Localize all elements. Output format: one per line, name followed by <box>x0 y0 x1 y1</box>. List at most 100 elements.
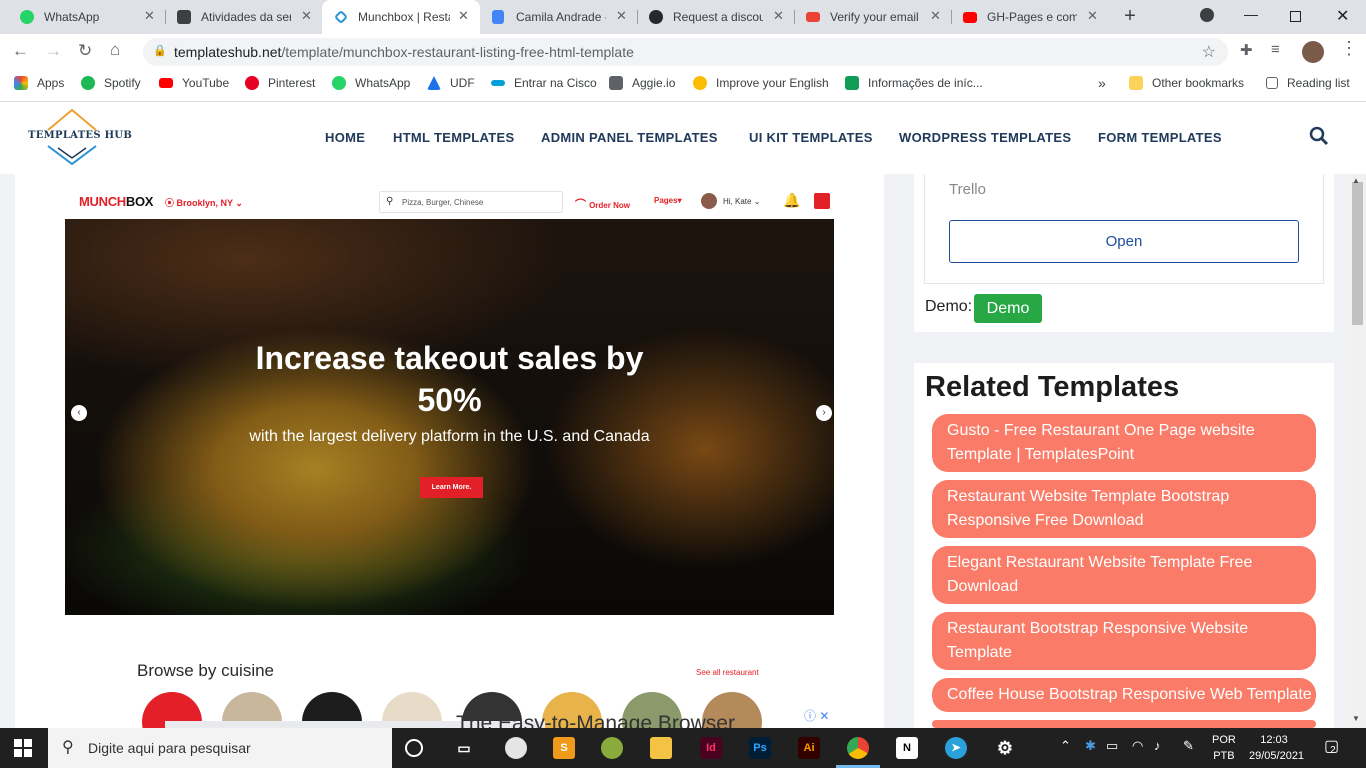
search-icon[interactable] <box>1308 125 1330 147</box>
extensions-icon[interactable]: ✚ <box>1240 41 1253 59</box>
close-icon[interactable]: ✕ <box>773 8 784 24</box>
related-template-link[interactable]: Coffee House Bootstrap Responsive Web Te… <box>932 678 1316 712</box>
task-view-icon[interactable]: ▭ <box>453 737 475 759</box>
tab-munchbox[interactable]: Munchbox | Resta ✕ <box>322 0 480 34</box>
bookmark-whatsapp[interactable]: WhatsApp <box>332 76 410 90</box>
aggie-icon <box>609 76 623 90</box>
related-template-link[interactable]: Gusto - Free Restaurant One Page website… <box>932 414 1316 472</box>
bookmark-spotify[interactable]: Spotify <box>81 76 141 90</box>
tab-whatsapp[interactable]: WhatsApp ✕ <box>0 0 165 34</box>
demo-button[interactable]: Demo <box>974 294 1042 323</box>
nav-form-templates[interactable]: FORM TEMPLATES <box>1098 130 1222 145</box>
volume-icon[interactable]: ♪ <box>1154 738 1161 753</box>
youtube-icon <box>159 78 173 88</box>
tab-title: Atividades da ser <box>201 10 291 24</box>
bookmark-apps[interactable]: Apps <box>14 76 64 90</box>
maximize-icon[interactable] <box>1290 11 1301 22</box>
close-icon[interactable]: ✕ <box>616 8 627 24</box>
language-indicator[interactable]: POR PTB <box>1212 732 1236 764</box>
related-template-link[interactable]: Restaurant Website Template Bootstrap Re… <box>932 480 1316 538</box>
taskbar-clock[interactable]: 12:03 29/05/2021 <box>1249 732 1304 764</box>
chevron-down-icon: ⌄ <box>235 198 243 208</box>
related-template-link-partial[interactable] <box>932 720 1316 728</box>
tab-search-icon[interactable] <box>1200 8 1214 22</box>
trello-label: Trello <box>949 181 986 198</box>
taskbar-search-box[interactable]: ⚲ Digite aqui para pesquisar <box>48 728 392 768</box>
home-icon[interactable]: ⌂ <box>110 40 120 60</box>
reading-list-button[interactable]: Reading list <box>1266 76 1350 90</box>
close-icon[interactable]: ✕ <box>144 8 155 24</box>
bookmark-udf[interactable]: UDF <box>427 76 475 90</box>
bluetooth-icon[interactable]: ✱ <box>1085 738 1096 754</box>
tab-title: Camila Andrade - <box>516 10 606 24</box>
close-icon[interactable]: ✕ <box>1087 8 1098 24</box>
bookmark-informacoes[interactable]: Informações de iníc... <box>845 76 983 90</box>
bookmark-youtube[interactable]: YouTube <box>159 76 229 90</box>
new-tab-button[interactable]: + <box>1119 5 1141 27</box>
bookmark-aggie[interactable]: Aggie.io <box>609 76 675 90</box>
telegram-icon[interactable]: ➤ <box>945 737 967 759</box>
close-icon[interactable]: ✕ <box>930 8 941 24</box>
scroll-up-icon[interactable]: ▲ <box>1352 176 1360 185</box>
browser-tab-bar: WhatsApp ✕ Atividades da ser ✕ Munchbox … <box>0 0 1366 34</box>
related-template-link[interactable]: Elegant Restaurant Website Template Free… <box>932 546 1316 604</box>
open-button[interactable]: Open <box>949 220 1299 263</box>
media-icon[interactable]: ≡ <box>1271 41 1280 58</box>
tab-atividades[interactable]: Atividades da ser ✕ <box>165 0 322 34</box>
photoshop-icon[interactable]: Ps <box>749 737 771 759</box>
ad-info-icon[interactable]: ⓘ ✕ <box>804 707 829 724</box>
forward-icon[interactable]: → <box>45 41 62 61</box>
location-selector: ⦿ Brooklyn, NY ⌄ <box>165 198 243 208</box>
file-explorer-icon[interactable] <box>650 737 672 759</box>
tab-title: Verify your email <box>830 10 919 24</box>
indesign-icon[interactable]: Id <box>700 737 722 759</box>
nav-ui-kit-templates[interactable]: UI KIT TEMPLATES <box>749 130 873 145</box>
tab-gmail[interactable]: Verify your email ✕ <box>794 0 951 34</box>
templates-hub-logo[interactable]: TEMPLATES HUB <box>28 108 132 166</box>
notifications-icon[interactable]: ▢2 <box>1324 736 1345 756</box>
minimize-icon[interactable]: — <box>1244 6 1258 22</box>
hero-subtitle: with the largest delivery platform in th… <box>249 428 650 445</box>
tab-youtube[interactable]: GH-Pages e como ✕ <box>951 0 1108 34</box>
close-window-icon[interactable]: ✕ <box>1336 6 1349 26</box>
close-icon[interactable]: ✕ <box>458 8 469 24</box>
gmail-icon <box>806 12 820 22</box>
nav-html-templates[interactable]: HTML TEMPLATES <box>393 130 514 145</box>
wifi-icon[interactable]: ◠ <box>1132 738 1143 754</box>
cortana-icon[interactable] <box>405 739 423 757</box>
profile-avatar[interactable] <box>1302 41 1324 63</box>
settings-gear-icon[interactable]: ⚙ <box>994 737 1016 759</box>
related-template-link[interactable]: Restaurant Bootstrap Responsive Website … <box>932 612 1316 670</box>
search-icon: ⚲ <box>62 739 74 756</box>
bookmark-pinterest[interactable]: Pinterest <box>245 76 315 90</box>
preview-search-input: ⚲ Pizza, Burger, Chinese <box>379 191 563 213</box>
minecraft-icon[interactable] <box>601 737 623 759</box>
sublime-text-icon[interactable]: S <box>553 737 575 759</box>
close-icon[interactable]: ✕ <box>301 8 312 24</box>
nav-wordpress-templates[interactable]: WORDPRESS TEMPLATES <box>899 130 1071 145</box>
bookmarks-overflow-button[interactable]: » <box>1098 75 1106 91</box>
tab-camila[interactable]: Camila Andrade - ✕ <box>480 0 637 34</box>
scrollbar-thumb[interactable] <box>1352 182 1363 325</box>
back-icon[interactable]: ← <box>12 41 29 61</box>
tray-chevron-icon[interactable]: ⌃ <box>1060 738 1071 754</box>
pen-icon[interactable]: ✎ <box>1183 738 1194 754</box>
notion-icon[interactable]: N <box>896 737 918 759</box>
bookmark-improve-english[interactable]: Improve your English <box>693 76 829 90</box>
scroll-down-icon[interactable]: ▼ <box>1352 714 1360 723</box>
address-bar[interactable]: 🔒 templateshub.net/template/munchbox-res… <box>143 38 1228 66</box>
chrome-icon[interactable] <box>847 737 869 759</box>
nav-admin-panel-templates[interactable]: ADMIN PANEL TEMPLATES <box>541 130 718 145</box>
templateshub-icon <box>333 9 349 25</box>
tab-github[interactable]: Request a discou ✕ <box>637 0 794 34</box>
illustrator-icon[interactable]: Ai <box>798 737 820 759</box>
bookmark-cisco[interactable]: Entrar na Cisco <box>491 76 597 90</box>
paint-icon[interactable] <box>505 737 527 759</box>
windows-start-icon[interactable] <box>14 739 32 757</box>
reload-icon[interactable]: ↻ <box>78 41 92 61</box>
nav-home[interactable]: HOME <box>325 130 365 145</box>
menu-icon[interactable]: ⋮ <box>1340 38 1358 59</box>
battery-icon[interactable]: ▭ <box>1106 738 1118 754</box>
bookmark-star-icon[interactable]: ☆ <box>1202 42 1216 62</box>
bookmark-other[interactable]: Other bookmarks <box>1129 76 1244 90</box>
